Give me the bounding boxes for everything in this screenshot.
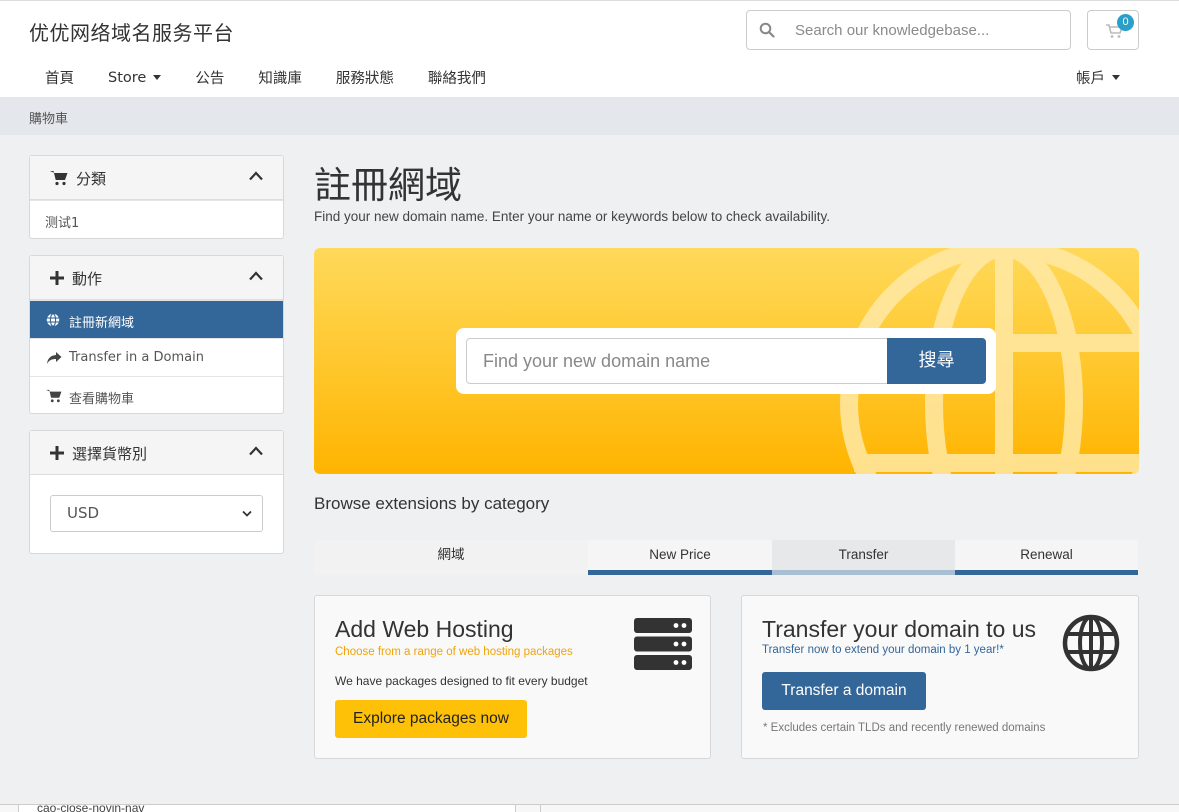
share-icon — [47, 352, 62, 364]
bottom-strip-tab[interactable]: cao-close-novin-nav — [18, 804, 516, 812]
categories-panel: 分類 测试1 — [29, 155, 284, 239]
chevron-up-icon[interactable] — [249, 271, 263, 281]
actions-panel: 動作 註冊新網域 Transfer in a Domain 查看購物車 — [29, 255, 284, 414]
tab-domain[interactable]: 網域 — [314, 540, 588, 575]
plus-icon — [50, 271, 64, 285]
tab-renewal[interactable]: Renewal — [955, 540, 1138, 575]
bottom-strip-text: cao-close-novin-nav — [37, 804, 145, 812]
categories-panel-header[interactable]: 分類 — [30, 156, 283, 200]
transfer-domain-button[interactable]: Transfer a domain — [762, 672, 926, 710]
extension-tabs: 網域 New Price Transfer Renewal — [314, 540, 1138, 575]
sidebar-item-label: 查看購物車 — [69, 392, 135, 407]
nav-knowledgebase-label: 知識庫 — [258, 71, 302, 87]
breadcrumb[interactable]: 購物車 — [29, 108, 68, 127]
bottom-strip-divider — [540, 805, 541, 812]
cart-count-badge: 0 — [1117, 14, 1134, 31]
nav-server-status-label: 服務狀態 — [335, 71, 394, 87]
sidebar-item-register-domain[interactable]: 註冊新網域 — [30, 300, 283, 338]
actions-panel-title: 動作 — [72, 270, 103, 288]
sidebar-item-view-cart[interactable]: 查看購物車 — [30, 376, 283, 414]
transfer-promo-tagline: Transfer now to extend your domain by 1 … — [762, 644, 1004, 656]
plus-icon — [50, 446, 64, 460]
transfer-promo-note: * Excludes certain TLDs and recently ren… — [763, 722, 1046, 734]
sidebar-item-label: 註冊新網域 — [69, 316, 135, 331]
nav-announcements[interactable]: 公告 — [184, 67, 224, 88]
domain-search-button[interactable]: 搜尋 — [887, 338, 986, 384]
nav-home[interactable]: 首頁 — [34, 67, 74, 88]
currency-panel-header[interactable]: 選擇貨幣別 — [30, 431, 283, 475]
chevron-up-icon[interactable] — [249, 446, 263, 456]
nav-store-label: Store — [108, 69, 147, 86]
cart-icon — [46, 389, 62, 403]
currency-panel-title: 選擇貨幣別 — [72, 445, 148, 463]
server-icon — [634, 618, 692, 670]
tab-new-price[interactable]: New Price — [588, 540, 772, 575]
nav-store[interactable]: Store — [97, 67, 162, 88]
nav-contact[interactable]: 聯絡我們 — [417, 67, 486, 88]
domain-search-hero: Find your new domain name 搜尋 — [314, 248, 1139, 474]
hosting-promo: Add Web Hosting Choose from a range of w… — [314, 595, 711, 759]
chevron-down-icon — [242, 510, 252, 517]
sidebar-item-transfer-domain[interactable]: Transfer in a Domain — [30, 338, 283, 376]
currency-select[interactable]: USD — [50, 495, 263, 532]
sidebar-item-label: 测试1 — [45, 216, 80, 231]
tab-transfer[interactable]: Transfer — [772, 540, 955, 575]
nav-account[interactable]: 帳戶 — [1076, 67, 1120, 88]
globe-icon — [1062, 614, 1120, 672]
hosting-promo-title: Add Web Hosting — [335, 616, 514, 642]
globe-icon — [46, 313, 60, 327]
search-icon — [759, 22, 775, 38]
nav-contact-label: 聯絡我們 — [427, 71, 486, 87]
hosting-promo-desc: We have packages designed to fit every b… — [335, 674, 588, 688]
nav-home-label: 首頁 — [45, 71, 74, 87]
domain-search-form: Find your new domain name 搜尋 — [456, 328, 996, 394]
site-header: 优优网络域名服务平台 0 首頁 Store 公告 知識庫 服務狀態 聯絡我們 帳… — [0, 0, 1179, 97]
currency-panel: 選擇貨幣別 USD — [29, 430, 284, 554]
hosting-promo-tagline: Choose from a range of web hosting packa… — [335, 646, 573, 658]
categories-panel-title: 分類 — [76, 170, 107, 188]
transfer-promo: Transfer your domain to us Transfer now … — [741, 595, 1139, 759]
explore-packages-button[interactable]: Explore packages now — [335, 700, 527, 738]
transfer-promo-title: Transfer your domain to us — [762, 616, 1036, 642]
breadcrumb-bar: 購物車 — [0, 97, 1179, 135]
nav-server-status[interactable]: 服務狀態 — [325, 67, 394, 88]
page-title: 註冊網域 — [314, 164, 462, 207]
browse-extensions-title: Browse extensions by category — [314, 494, 550, 513]
sidebar-item-category[interactable]: 测试1 — [30, 200, 283, 238]
chevron-up-icon[interactable] — [249, 171, 263, 181]
sidebar-item-label: Transfer in a Domain — [69, 350, 204, 365]
chevron-down-icon — [1112, 75, 1120, 80]
domain-search-input[interactable]: Find your new domain name — [466, 338, 887, 384]
bottom-devtools-strip: cao-close-novin-nav — [0, 804, 1179, 812]
cart-icon — [50, 171, 68, 186]
search-input[interactable] — [795, 11, 1065, 49]
cart-button[interactable]: 0 — [1087, 10, 1139, 50]
nav-account-label: 帳戶 — [1076, 71, 1105, 87]
main-nav: 首頁 Store 公告 知識庫 服務狀態 聯絡我們 — [34, 67, 509, 88]
nav-knowledgebase[interactable]: 知識庫 — [247, 67, 302, 88]
chevron-down-icon — [153, 75, 162, 80]
actions-panel-header[interactable]: 動作 — [30, 256, 283, 300]
page-subtitle: Find your new domain name. Enter your na… — [314, 209, 830, 224]
site-logo[interactable]: 优优网络域名服务平台 — [29, 17, 234, 46]
knowledgebase-search[interactable] — [746, 10, 1071, 50]
nav-announcements-label: 公告 — [195, 71, 225, 87]
currency-selected-value: USD — [67, 504, 100, 522]
